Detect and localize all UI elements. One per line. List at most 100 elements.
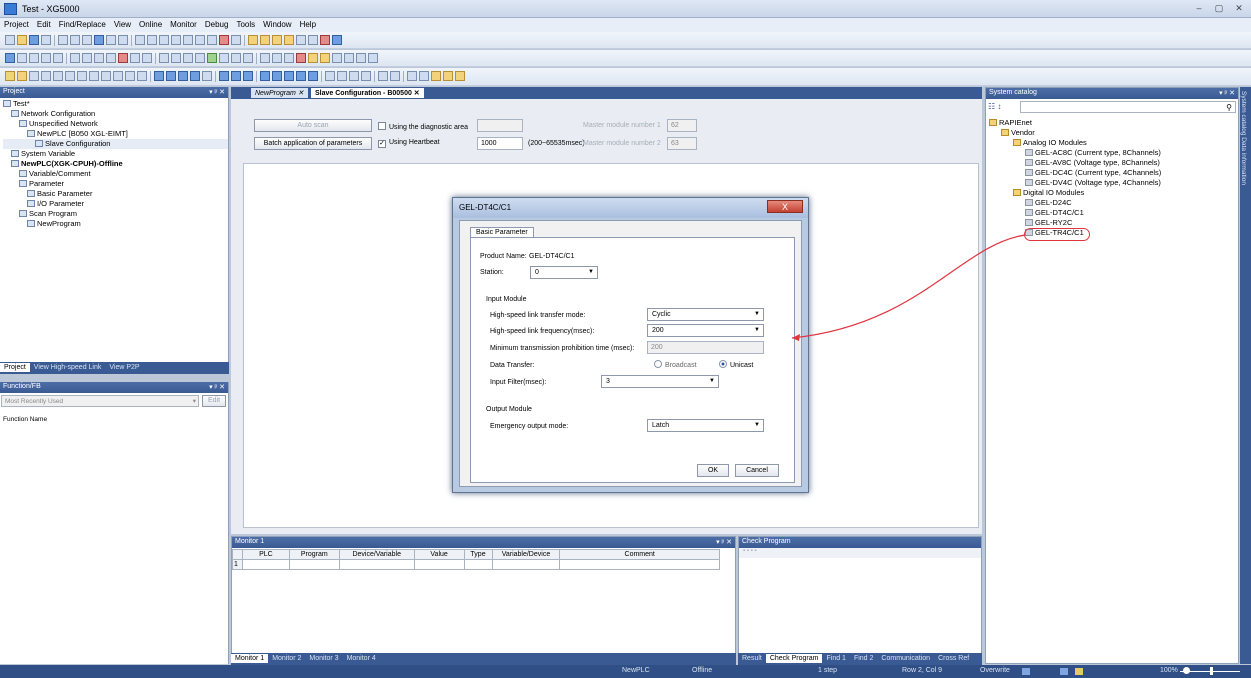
- goto-icon[interactable]: [231, 35, 241, 45]
- tab-communication[interactable]: Communication: [877, 654, 934, 663]
- layout-icon[interactable]: [378, 71, 388, 81]
- coil-icon[interactable]: [159, 35, 169, 45]
- online-edit-icon[interactable]: [243, 53, 253, 63]
- tab-slave-configuration[interactable]: Slave Configuration - B00500 ✕: [311, 88, 424, 98]
- menu-debug[interactable]: Debug: [201, 18, 233, 31]
- grid-icon[interactable]: [308, 35, 318, 45]
- redo-icon[interactable]: [118, 35, 128, 45]
- paste-icon[interactable]: [82, 35, 92, 45]
- maximize-button[interactable]: ▢: [1210, 2, 1228, 15]
- menu-find-replace[interactable]: Find/Replace: [55, 18, 110, 31]
- zoom-icon[interactable]: [296, 35, 306, 45]
- station-select[interactable]: 0 ▼: [530, 266, 598, 279]
- open-icon[interactable]: [17, 35, 27, 45]
- replace-icon[interactable]: [207, 35, 217, 45]
- catalog-tree-item[interactable]: Vendor: [989, 128, 1239, 138]
- view-il-icon[interactable]: [166, 71, 176, 81]
- undo-icon[interactable]: [106, 35, 116, 45]
- option-2-icon[interactable]: [419, 71, 429, 81]
- catalog-tree-item[interactable]: GEL-D24C: [989, 198, 1239, 208]
- function-filter-combo[interactable]: Most Recently Used ▾: [1, 395, 199, 407]
- master-1-input[interactable]: 62: [667, 119, 697, 132]
- tab-newprogram[interactable]: NewProgram ✕: [251, 88, 308, 98]
- zoom-out-icon[interactable]: [337, 71, 347, 81]
- trigger-icon[interactable]: [231, 53, 241, 63]
- monitor-start-icon[interactable]: [53, 53, 63, 63]
- breakpoint-icon[interactable]: [296, 53, 306, 63]
- tab-check-program[interactable]: Check Program: [765, 654, 823, 663]
- ld-fb-icon[interactable]: [137, 71, 147, 81]
- ld-nc-contact-icon[interactable]: [17, 71, 27, 81]
- stop-icon[interactable]: [219, 35, 229, 45]
- trend-icon[interactable]: [219, 53, 229, 63]
- catalog-tree-item[interactable]: GEL-AC8C (Current type, 8Channels): [989, 148, 1239, 158]
- catalog-sort-icon[interactable]: ☷ ↕: [988, 102, 1001, 111]
- ld-contact-icon[interactable]: [5, 71, 15, 81]
- mon-1-icon[interactable]: [219, 71, 229, 81]
- plc-info-icon[interactable]: [159, 53, 169, 63]
- compile-icon[interactable]: [94, 35, 104, 45]
- sim-reset-icon[interactable]: [368, 53, 378, 63]
- option-4-icon[interactable]: [443, 71, 453, 81]
- io-info-icon[interactable]: [195, 53, 205, 63]
- catalog-tree-item[interactable]: GEL-DC4C (Current type, 4Channels): [989, 168, 1239, 178]
- write-icon[interactable]: [41, 53, 51, 63]
- emergency-select[interactable]: Latch ▼: [647, 419, 764, 432]
- close-window-button[interactable]: ✕: [1230, 2, 1248, 15]
- tab-monitor-3[interactable]: Monitor 3: [305, 654, 342, 663]
- option-3-icon[interactable]: [431, 71, 441, 81]
- ld-p-contact-icon[interactable]: [29, 71, 39, 81]
- force-io-icon[interactable]: [207, 53, 217, 63]
- sim-run-icon[interactable]: [344, 53, 354, 63]
- broadcast-radio[interactable]: Broadcast: [654, 360, 697, 369]
- tab-cross-ref[interactable]: Cross Ref: [934, 654, 973, 663]
- ld-func-icon[interactable]: [125, 71, 135, 81]
- delete-icon[interactable]: [171, 35, 181, 45]
- menu-tools[interactable]: Tools: [232, 18, 259, 31]
- zoom-fit-icon[interactable]: [349, 71, 359, 81]
- net-1-icon[interactable]: [260, 71, 270, 81]
- save-icon[interactable]: [29, 35, 39, 45]
- project-tree-item[interactable]: Slave Configuration: [3, 139, 228, 149]
- step-out-icon[interactable]: [284, 53, 294, 63]
- table-row[interactable]: 1: [232, 559, 720, 570]
- bookmark-icon[interactable]: [248, 35, 258, 45]
- hs-mode-select[interactable]: Cyclic ▼: [647, 308, 764, 321]
- tab-project[interactable]: Project: [0, 363, 30, 372]
- zoom-slider-handle[interactable]: [1210, 667, 1213, 675]
- project-tree-item[interactable]: I/O Parameter: [3, 199, 228, 209]
- zoom-slider-knob[interactable]: [1183, 667, 1190, 674]
- menu-view[interactable]: View: [110, 18, 135, 31]
- diag-area-input[interactable]: [477, 119, 523, 132]
- ld-reset-coil-icon[interactable]: [113, 71, 123, 81]
- project-tree-item[interactable]: Parameter: [3, 179, 228, 189]
- tab-find-2[interactable]: Find 2: [850, 654, 877, 663]
- function-edit-button[interactable]: Edit: [202, 395, 226, 407]
- project-tree-item[interactable]: Unspecified Network: [3, 119, 228, 129]
- project-tree-item[interactable]: Basic Parameter: [3, 189, 228, 199]
- zoom-in-icon[interactable]: [325, 71, 335, 81]
- compare-icon[interactable]: [142, 53, 152, 63]
- stop-mode-icon[interactable]: [82, 53, 92, 63]
- plc-history-icon[interactable]: [171, 53, 181, 63]
- disconnect-icon[interactable]: [17, 53, 27, 63]
- tab-result[interactable]: Result: [738, 654, 766, 663]
- menu-monitor[interactable]: Monitor: [166, 18, 201, 31]
- net-2-icon[interactable]: [272, 71, 282, 81]
- tab-basic-parameter[interactable]: Basic Parameter: [470, 227, 534, 237]
- project-tree-item[interactable]: NewPLC [B050 XGL-EIMT]: [3, 129, 228, 139]
- auto-scan-button[interactable]: Auto scan: [254, 119, 372, 132]
- minimize-button[interactable]: –: [1190, 2, 1208, 15]
- step-over-icon[interactable]: [272, 53, 282, 63]
- tab-monitor-1[interactable]: Monitor 1: [231, 654, 269, 663]
- menu-online[interactable]: Online: [135, 18, 166, 31]
- run-icon[interactable]: [70, 53, 80, 63]
- window-icon[interactable]: [390, 71, 400, 81]
- project-tree-item[interactable]: Scan Program: [3, 209, 228, 219]
- cut-icon[interactable]: [58, 35, 68, 45]
- catalog-search-input[interactable]: ⚲: [1020, 101, 1236, 113]
- watch-icon[interactable]: [308, 53, 318, 63]
- tab-monitor-4[interactable]: Monitor 4: [343, 654, 380, 663]
- dialog-close-button[interactable]: X: [767, 200, 803, 213]
- ladder-icon[interactable]: [135, 35, 145, 45]
